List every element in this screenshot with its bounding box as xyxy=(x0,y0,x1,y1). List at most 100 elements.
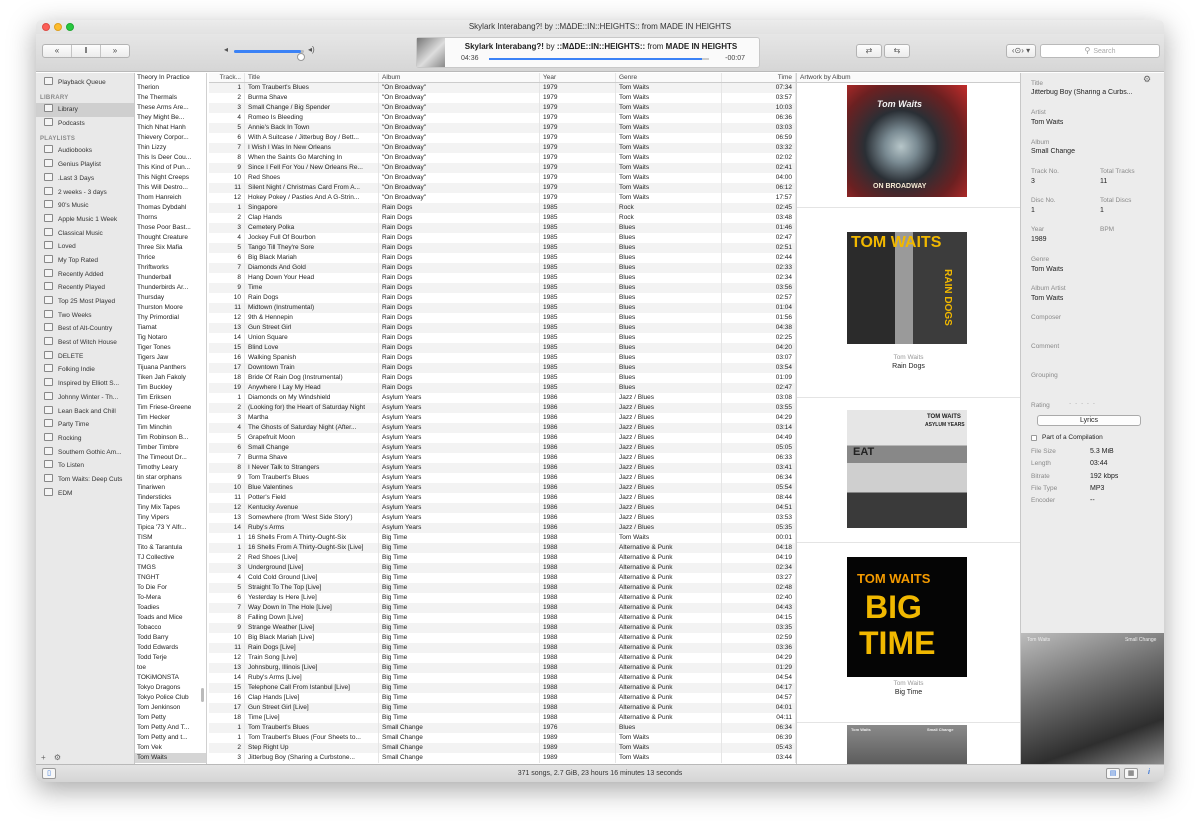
artist-list-item[interactable]: This Kind of Pun... xyxy=(135,163,206,173)
year-value[interactable]: 1989 xyxy=(1031,236,1047,243)
table-row[interactable]: 5 Tango Till They're Sore Rain Dogs 1985 Blu… xyxy=(209,243,796,253)
sidebar-playlist-item[interactable]: Johnny Winter - Th... xyxy=(36,391,134,405)
table-row[interactable]: 3 Martha Asylum Years 1986 Jazz / Blues 04:29 xyxy=(209,413,796,423)
sidebar-playlist-item[interactable]: Best of Witch House xyxy=(36,336,134,350)
column-header-year[interactable]: Year xyxy=(540,73,616,82)
column-header-track[interactable]: Track... xyxy=(209,73,245,82)
artist-list-item[interactable]: TNGHT xyxy=(135,573,206,583)
album-artwork-on-broadway[interactable]: Tom Waits ON BROADWAY xyxy=(797,83,1020,208)
artist-list-item[interactable]: Tom Petty And T... xyxy=(135,723,206,733)
sidebar-playlist-item[interactable]: Rocking xyxy=(36,432,134,446)
artist-list-item[interactable]: Therion xyxy=(135,83,206,93)
table-row[interactable]: 5 Grapefruit Moon Asylum Years 1986 Jazz / B… xyxy=(209,433,796,443)
album-artwork-small-change[interactable]: Tom Waits Small Change xyxy=(797,723,1020,764)
table-row[interactable]: 4 Cold Cold Ground [Live] Big Time 1988 Alte… xyxy=(209,573,796,583)
sidebar-item-playback-queue[interactable]: Playback Queue xyxy=(36,76,134,90)
artist-list-item[interactable]: Todd Edwards xyxy=(135,643,206,653)
table-row[interactable]: 13 Johnsburg, Illinois [Live] Big Time 1988… xyxy=(209,663,796,673)
table-row[interactable]: 9 Time Rain Dogs 1985 Blues 03:56 xyxy=(209,283,796,293)
playback-progress-bar[interactable] xyxy=(489,58,709,60)
artist-list-item[interactable]: Tipica '73 Y Alfr... xyxy=(135,523,206,533)
table-row[interactable]: 14 Ruby's Arms Asylum Years 1986 Jazz / Blue… xyxy=(209,523,796,533)
total-discs-value[interactable]: 1 xyxy=(1100,207,1104,214)
volume-slider-knob[interactable] xyxy=(296,53,305,61)
toggle-sidebar-button[interactable]: ▯ xyxy=(42,768,56,779)
table-row[interactable]: 1 Diamonds on My Windshield Asylum Years 19… xyxy=(209,393,796,403)
table-row[interactable]: 16 Walking Spanish Rain Dogs 1985 Blues 03:07 xyxy=(209,353,796,363)
table-row[interactable]: 13 Somewhere (from 'West Side Story') Asyl… xyxy=(209,513,796,523)
artist-list-item[interactable]: TOKiMONSTA xyxy=(135,673,206,683)
artist-scrollbar[interactable] xyxy=(201,688,204,702)
table-row[interactable]: 2 Burma Shave "On Broadway" 1979 Tom Waits 03… xyxy=(209,93,796,103)
album-artist-value[interactable]: Tom Waits xyxy=(1031,295,1063,302)
inspector-gear-icon[interactable]: ⚙ xyxy=(1143,74,1151,85)
artist-list-item[interactable]: Tiny Mix Tapes xyxy=(135,503,206,513)
artist-list-item[interactable]: Tindersticks xyxy=(135,493,206,503)
table-row[interactable]: 5 Straight To The Top [Live] Big Time 1988 A… xyxy=(209,583,796,593)
column-header-artwork[interactable]: Artwork by Album xyxy=(797,73,1020,83)
disc-no-value[interactable]: 1 xyxy=(1031,207,1035,214)
artist-list-item[interactable]: Thom Hanreich xyxy=(135,193,206,203)
table-row[interactable]: 12 Hokey Pokey / Pasties And A G-Strin...… xyxy=(209,193,796,203)
add-playlist-icon[interactable]: + xyxy=(41,753,46,762)
column-header-album[interactable]: Album xyxy=(379,73,540,82)
table-row[interactable]: 17 Downtown Train Rain Dogs 1985 Blues 03:54 xyxy=(209,363,796,373)
artist-list-item[interactable]: Tinariwen xyxy=(135,483,206,493)
table-row[interactable]: 15 Blind Love Rain Dogs 1985 Blues 04:20 xyxy=(209,343,796,353)
sidebar-playlist-item[interactable]: 2 weeks - 3 days xyxy=(36,186,134,200)
sidebar-playlist-item[interactable]: Genius Playlist xyxy=(36,158,134,172)
artist-list-item[interactable]: Thy Primordial xyxy=(135,313,206,323)
artist-list-item[interactable]: To-Mera xyxy=(135,593,206,603)
table-row[interactable]: 1 Singapore Rain Dogs 1985 Rock 02:45 xyxy=(209,203,796,213)
album-cover[interactable]: TOM WAITS ASYLUM YEARS EAT xyxy=(847,410,967,528)
artist-list-item[interactable]: Thin Lizzy xyxy=(135,143,206,153)
album-cover[interactable]: TOM WAITS RAIN DOGS xyxy=(847,232,967,344)
grid-view-button[interactable]: ▦ xyxy=(1124,768,1138,779)
artist-list-item[interactable]: Tim Buckley xyxy=(135,383,206,393)
table-row[interactable]: 3 Cemetery Polka Rain Dogs 1985 Blues 01:46 xyxy=(209,223,796,233)
sidebar-playlist-item[interactable]: Audiobooks xyxy=(36,144,134,158)
artist-list-item[interactable]: Thievery Corpor... xyxy=(135,133,206,143)
sidebar-playlist-item[interactable]: Best of Alt-Country xyxy=(36,322,134,336)
sidebar-playlist-item[interactable]: Top 25 Most Played xyxy=(36,295,134,309)
artist-list-item[interactable]: Thriftworks xyxy=(135,263,206,273)
artist-list-item[interactable]: Tom Waits xyxy=(135,753,206,763)
table-row[interactable]: 3 Small Change / Big Spender "On Broadway"… xyxy=(209,103,796,113)
table-row[interactable]: 4 Jockey Full Of Bourbon Rain Dogs 1985 Blue… xyxy=(209,233,796,243)
artist-list-item[interactable]: Tokyo Police Club xyxy=(135,693,206,703)
artist-list-item[interactable]: Thursday xyxy=(135,293,206,303)
artist-list-item[interactable]: Thought Creature xyxy=(135,233,206,243)
album-cover[interactable]: Tom Waits Small Change xyxy=(847,725,967,764)
table-row[interactable]: 6 Big Black Mariah Rain Dogs 1985 Blues 02:44 xyxy=(209,253,796,263)
artist-list-item[interactable]: Tito & Tarantula xyxy=(135,543,206,553)
artist-list-item[interactable]: They Might Be... xyxy=(135,113,206,123)
album-cover[interactable]: TOM WAITS BIG TIME xyxy=(847,557,967,677)
artist-list-item[interactable]: Tim Eriksen xyxy=(135,393,206,403)
sidebar-playlist-item[interactable]: Two Weeks xyxy=(36,309,134,323)
table-row[interactable]: 6 Small Change Asylum Years 1986 Jazz / Blue… xyxy=(209,443,796,453)
artist-list-item[interactable]: Tigers Jaw xyxy=(135,353,206,363)
table-row[interactable]: 12 9th & Hennepin Rain Dogs 1985 Blues 01:56 xyxy=(209,313,796,323)
artist-list-item[interactable]: These Arms Are... xyxy=(135,103,206,113)
rating-stars[interactable]: · · · · · xyxy=(1069,400,1096,407)
list-view-button[interactable]: ▤ xyxy=(1106,768,1120,779)
table-row[interactable]: 8 Falling Down [Live] Big Time 1988 Alternat… xyxy=(209,613,796,623)
table-row[interactable]: 9 Since I Fell For You / New Orleans Re..… xyxy=(209,163,796,173)
sidebar-playlist-item[interactable]: My Top Rated xyxy=(36,254,134,268)
sidebar-playlist-item[interactable]: Recently Added xyxy=(36,268,134,282)
artist-list-item[interactable]: To Die For xyxy=(135,583,206,593)
table-row[interactable]: 4 The Ghosts of Saturday Night (After... A… xyxy=(209,423,796,433)
artist-list-item[interactable]: Thomas Dybdahl xyxy=(135,203,206,213)
info-icon[interactable]: i xyxy=(1142,768,1156,779)
table-row[interactable]: 17 Gun Street Girl [Live] Big Time 1988 Alte… xyxy=(209,703,796,713)
sidebar-item-library[interactable]: Library xyxy=(36,103,134,118)
artist-list-item[interactable]: Tim Minchin xyxy=(135,423,206,433)
table-row[interactable]: 7 Diamonds And Gold Rain Dogs 1985 Blues 02:3… xyxy=(209,263,796,273)
table-row[interactable]: 11 Potter's Field Asylum Years 1986 Jazz / B… xyxy=(209,493,796,503)
table-row[interactable]: 7 Way Down In The Hole [Live] Big Time 1988… xyxy=(209,603,796,613)
table-row[interactable]: 5 Annie's Back In Town "On Broadway" 1979 To… xyxy=(209,123,796,133)
table-row[interactable]: 2 Clap Hands Rain Dogs 1985 Rock 03:48 xyxy=(209,213,796,223)
artist-list-item[interactable]: Tiny Vipers xyxy=(135,513,206,523)
sidebar-item-podcasts[interactable]: Podcasts xyxy=(36,117,134,131)
artist-value[interactable]: Tom Waits xyxy=(1031,119,1063,126)
